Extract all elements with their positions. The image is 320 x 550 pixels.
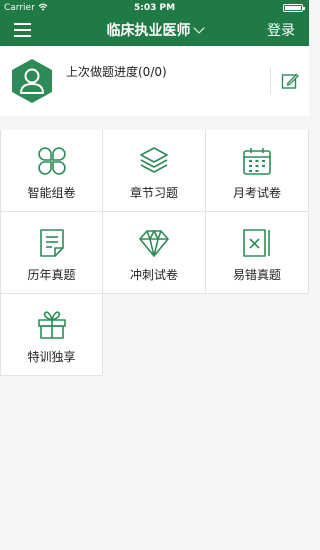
menu-item-chapter-exercises[interactable]: 章节习题 [103,130,206,212]
menu-item-smart-paper[interactable]: 智能组卷 [0,130,103,212]
calendar-icon [243,148,271,175]
menu-item-special-training[interactable]: 特训独享 [0,294,103,376]
battery-icon [283,4,305,12]
login-button[interactable]: 登录 [267,16,295,46]
clover-icon [37,147,66,175]
document-icon [39,229,64,257]
menu-item-sprint-paper[interactable]: 冲刺试卷 [103,212,206,294]
status-time: 5:03 PM [133,3,176,13]
menu-item-label: 冲刺试卷 [129,268,178,282]
menu-item-label: 历年真题 [27,268,76,282]
top-bar: Carrier 5:03 PM 临床执业医师 登录 [0,0,309,46]
status-bar: Carrier 5:03 PM [0,0,309,16]
chevron-down-icon [192,22,205,34]
avatar[interactable] [10,58,54,104]
menu-item-past-exams[interactable]: 历年真题 [0,212,103,294]
menu-item-label: 易错真题 [232,268,281,282]
diamond-icon [139,230,169,257]
menu-item-label: 月考试卷 [232,186,281,200]
page-title: 临床执业医师 [106,23,191,39]
menu-item-label: 智能组卷 [27,186,76,200]
gift-icon [37,311,66,339]
feature-grid: 智能组卷 章节习题 月考试卷 历年真题 冲刺试卷 易错真题 特训独享 [0,130,309,376]
edit-icon[interactable] [281,72,299,90]
menu-icon[interactable] [14,23,31,37]
layers-icon [140,147,168,173]
menu-item-label: 特训独享 [27,350,76,364]
nav-title-area: 临床执业医师 [0,16,309,46]
divider [270,68,271,94]
menu-item-monthly-exam[interactable]: 月考试卷 [206,130,309,212]
nav-bar: 临床执业医师 登录 [0,16,309,46]
menu-item-label: 章节习题 [129,186,178,200]
wrong-book-icon [243,229,270,257]
menu-item-error-prone[interactable]: 易错真题 [206,212,309,294]
profile-panel: 上次做题进度(0/0) [0,46,309,116]
exam-category-selector[interactable]: 临床执业医师 [106,22,205,39]
last-progress-text: 上次做题进度(0/0) [66,65,167,79]
